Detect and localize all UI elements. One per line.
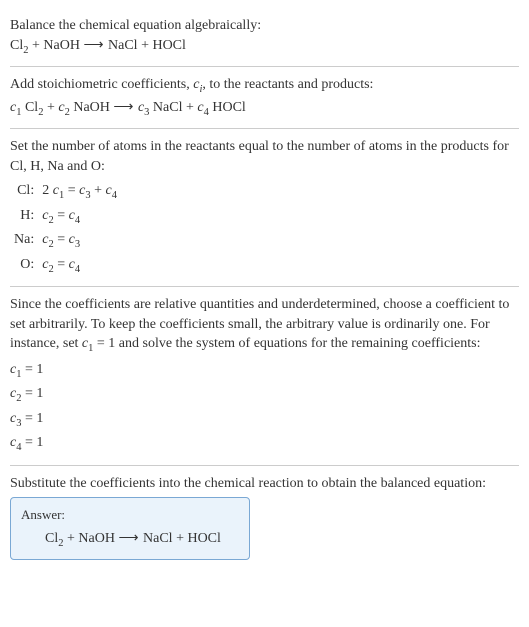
balance-equation: c2 = c4 bbox=[38, 254, 121, 278]
coeff-item: c1 = 1 bbox=[10, 359, 519, 383]
table-row: O:c2 = c4 bbox=[10, 254, 121, 278]
eq-text: HOCl bbox=[209, 100, 246, 115]
stoich-equation: c1 Cl2 + c2 NaOH ⟶ c3 NaCl + c4 HOCl bbox=[10, 98, 519, 120]
eq-text: Cl bbox=[45, 531, 58, 546]
balance-equation: c2 = c3 bbox=[38, 229, 121, 253]
solve-intro: Since the coefficients are relative quan… bbox=[10, 295, 519, 357]
atom-balance-intro: Set the number of atoms in the reactants… bbox=[10, 137, 519, 176]
answer-equation: Cl2 + NaOH ⟶ NaCl + HOCl bbox=[21, 529, 239, 551]
coeff-list: c1 = 1c2 = 1c3 = 1c4 = 1 bbox=[10, 359, 519, 457]
arrow-icon: ⟶ bbox=[113, 100, 134, 115]
element-label: H: bbox=[10, 205, 38, 229]
problem-equation: Cl2 + NaOH ⟶ NaCl + HOCl bbox=[10, 36, 519, 58]
text: = 1 and solve the system of equations fo… bbox=[93, 336, 480, 351]
arrow-icon: ⟶ bbox=[83, 38, 104, 53]
stoich-intro: Add stoichiometric coefficients, ci, to … bbox=[10, 75, 519, 97]
eq-text: NaCl + HOCl bbox=[105, 38, 186, 53]
eq-text: Cl bbox=[10, 38, 23, 53]
section-stoichiometric: Add stoichiometric coefficients, ci, to … bbox=[10, 67, 519, 128]
eq-text: Cl bbox=[21, 100, 38, 115]
eq-text: + NaOH bbox=[28, 38, 83, 53]
coeff-item: c4 = 1 bbox=[10, 432, 519, 456]
balance-equation: c2 = c4 bbox=[38, 205, 121, 229]
balance-table: Cl:2 c1 = c3 + c4H:c2 = c4Na:c2 = c3O:c2… bbox=[10, 180, 121, 278]
answer-box: Answer: Cl2 + NaOH ⟶ NaCl + HOCl bbox=[10, 497, 250, 560]
eq-text: NaCl + bbox=[149, 100, 197, 115]
section-atom-balance: Set the number of atoms in the reactants… bbox=[10, 129, 519, 286]
table-row: Na:c2 = c3 bbox=[10, 229, 121, 253]
section-solve: Since the coefficients are relative quan… bbox=[10, 287, 519, 465]
eq-text: + bbox=[43, 100, 58, 115]
section-problem: Balance the chemical equation algebraica… bbox=[10, 8, 519, 66]
eq-text: NaOH bbox=[70, 100, 114, 115]
text: Add stoichiometric coefficients, bbox=[10, 77, 193, 92]
coeff-item: c3 = 1 bbox=[10, 408, 519, 432]
eq-text: + NaOH bbox=[63, 531, 118, 546]
answer-intro: Substitute the coefficients into the che… bbox=[10, 474, 519, 494]
element-label: O: bbox=[10, 254, 38, 278]
coeff-item: c2 = 1 bbox=[10, 383, 519, 407]
balance-equation: 2 c1 = c3 + c4 bbox=[38, 180, 121, 204]
answer-label: Answer: bbox=[21, 506, 239, 524]
balance-tbody: Cl:2 c1 = c3 + c4H:c2 = c4Na:c2 = c3O:c2… bbox=[10, 180, 121, 278]
element-label: Na: bbox=[10, 229, 38, 253]
arrow-icon: ⟶ bbox=[118, 531, 139, 546]
text: , to the reactants and products: bbox=[202, 77, 373, 92]
section-answer: Substitute the coefficients into the che… bbox=[10, 466, 519, 568]
problem-title: Balance the chemical equation algebraica… bbox=[10, 16, 519, 36]
table-row: H:c2 = c4 bbox=[10, 205, 121, 229]
element-label: Cl: bbox=[10, 180, 38, 204]
table-row: Cl:2 c1 = c3 + c4 bbox=[10, 180, 121, 204]
eq-text: NaCl + HOCl bbox=[140, 531, 221, 546]
